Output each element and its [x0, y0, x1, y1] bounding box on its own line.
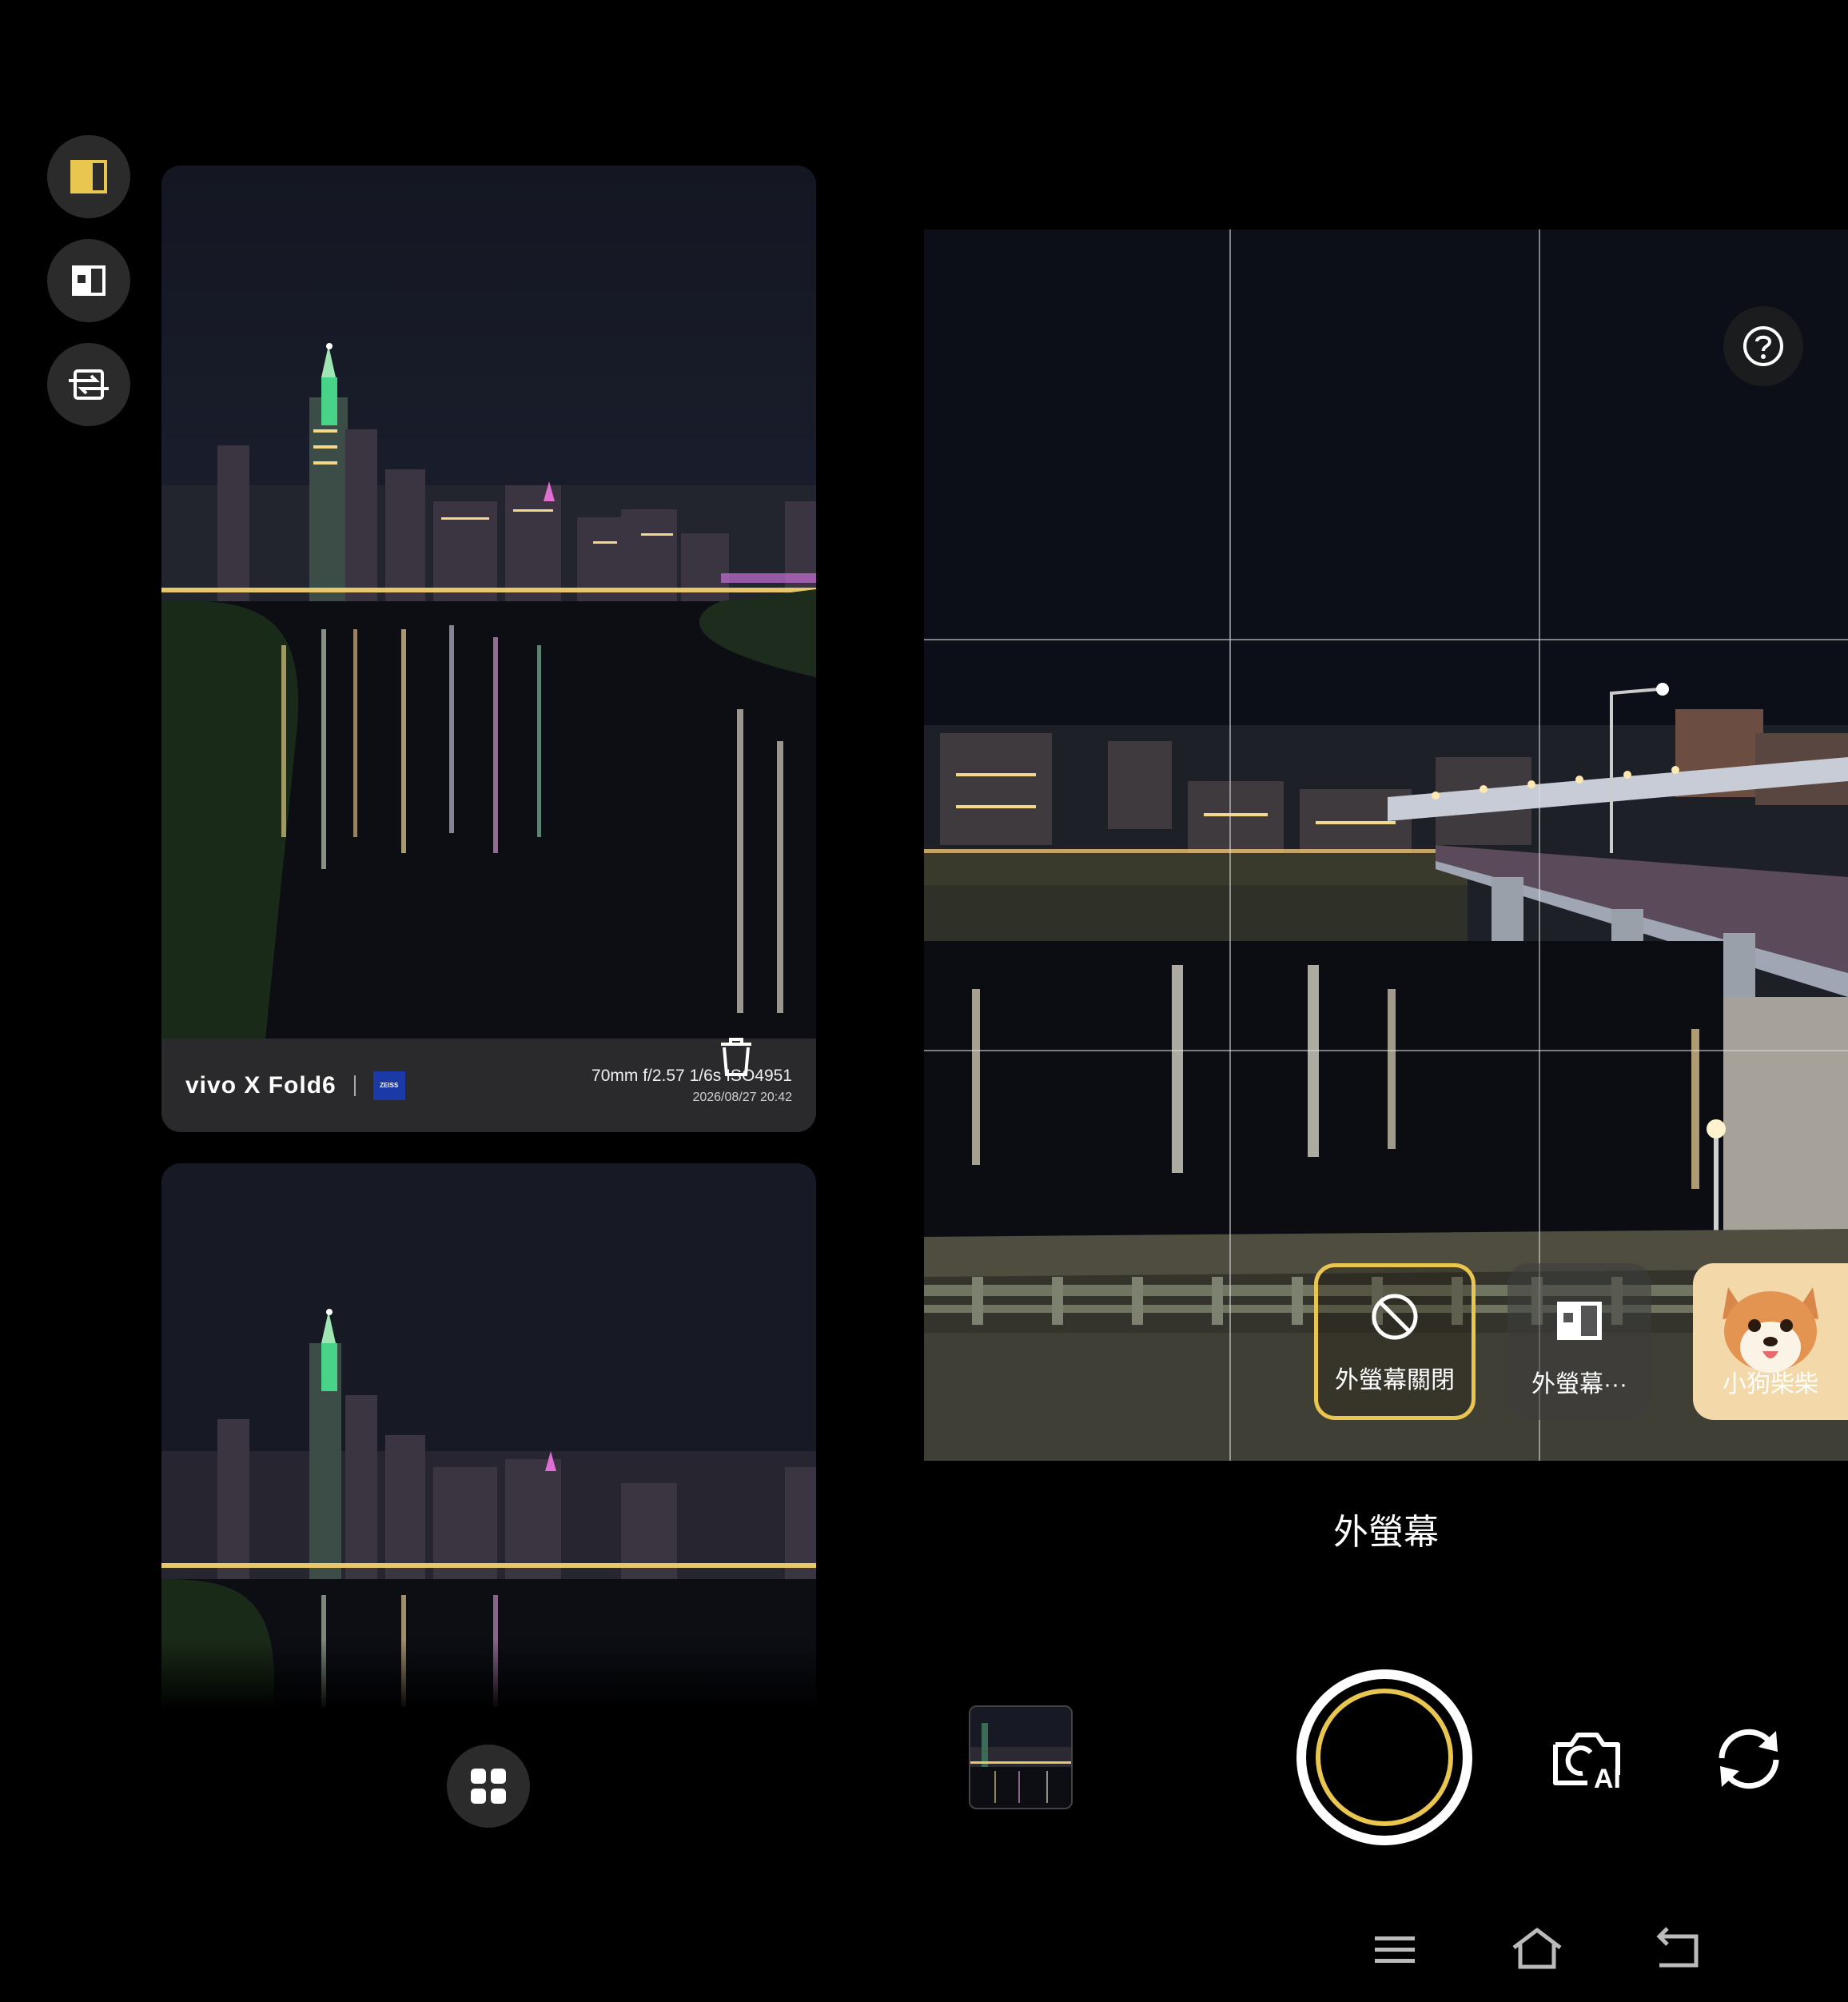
- delete-icon[interactable]: [716, 1036, 756, 1078]
- dual-preview-icon: [72, 265, 106, 296]
- switch-screen-icon: [69, 369, 109, 400]
- shiba-dog-icon: [1723, 1287, 1818, 1373]
- rear-screen-mode-button[interactable]: [47, 135, 130, 218]
- rear-screen-icon: [1557, 1302, 1602, 1340]
- switch-screen-mode-button[interactable]: [47, 343, 130, 426]
- night-city-photo-previous: [161, 1163, 816, 1711]
- last-photo-thumbnail[interactable]: [969, 1705, 1073, 1809]
- device-brand: vivo X Fold6: [185, 1071, 337, 1099]
- shutter-ring: [1316, 1689, 1453, 1826]
- capture-datetime: 2026/08/27 20:42: [692, 1090, 792, 1104]
- no-sign-icon: [1372, 1294, 1418, 1340]
- home-nav-icon[interactable]: [1509, 1925, 1565, 1973]
- gallery-grid-button[interactable]: [447, 1745, 530, 1828]
- exif-info: 70mm f/2.57 1/6s ISO4951 2026/08/27 20:4…: [591, 1067, 792, 1105]
- camera-viewfinder[interactable]: 外螢幕關閉 外螢幕··· 小狗柴柴: [924, 229, 1848, 1461]
- zeiss-logo: ZEISS: [372, 1071, 405, 1100]
- thumbnail-image: [970, 1707, 1071, 1808]
- dual-preview-mode-button[interactable]: [47, 239, 130, 322]
- help-button[interactable]: [1723, 306, 1803, 386]
- shutter-button[interactable]: [1296, 1669, 1472, 1845]
- current-mode-label: 外螢幕: [1333, 1513, 1439, 1552]
- grid-line: [924, 639, 1848, 640]
- camera-app: vivo X Fold6 ZEISS 70mm f/2.57 1/6s ISO4…: [0, 0, 1848, 2002]
- back-nav-icon[interactable]: [1650, 1925, 1706, 1973]
- captured-photo-card[interactable]: vivo X Fold6 ZEISS 70mm f/2.57 1/6s ISO4…: [161, 166, 816, 1132]
- menu-nav-icon[interactable]: [1367, 1925, 1423, 1973]
- effect-label: 外螢幕···: [1531, 1371, 1627, 1398]
- night-city-photo: [161, 166, 816, 1039]
- camera-specs: 70mm f/2.57 1/6s ISO4951: [591, 1066, 792, 1085]
- previous-photo-card[interactable]: [161, 1163, 816, 1711]
- svg-text:AI: AI: [1594, 1764, 1621, 1791]
- question-icon: [1743, 326, 1783, 366]
- effect-label: 外螢幕關閉: [1335, 1367, 1455, 1394]
- effect-rear-screen-preview[interactable]: 外螢幕···: [1507, 1263, 1651, 1420]
- effect-rear-screen-off[interactable]: 外螢幕關閉: [1314, 1263, 1476, 1420]
- grid-icon: [471, 1769, 506, 1804]
- effect-label: 小狗柴柴: [1723, 1371, 1818, 1398]
- watermark-separator: [353, 1075, 356, 1096]
- grid-line: [1229, 229, 1231, 1461]
- effect-shiba-dog[interactable]: 小狗柴柴: [1693, 1263, 1848, 1420]
- grid-line: [924, 1050, 1848, 1051]
- rear-screen-icon: [70, 160, 107, 193]
- switch-camera-icon[interactable]: [1711, 1723, 1787, 1795]
- photo-fade: [161, 1639, 816, 1711]
- ai-camera-icon[interactable]: AI: [1551, 1727, 1631, 1791]
